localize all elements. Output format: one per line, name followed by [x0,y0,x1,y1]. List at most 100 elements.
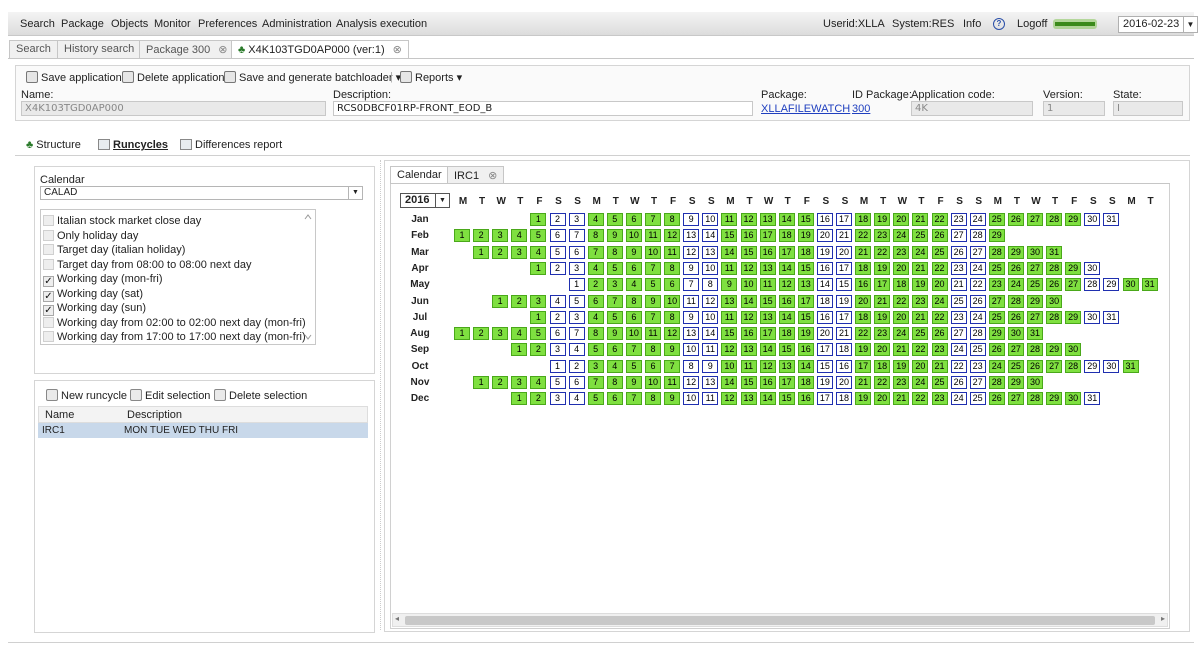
info-link[interactable]: Info [963,18,981,30]
calendar-day[interactable]: 18 [778,229,795,243]
calendar-day[interactable]: 30 [1065,343,1082,357]
calendar-day[interactable]: 24 [893,229,910,243]
calendar-day[interactable]: 30 [1065,392,1082,406]
calendar-day[interactable]: 26 [950,245,967,259]
calendar-day[interactable]: 14 [702,229,719,243]
calendar-day[interactable]: 2 [492,376,509,389]
calendar-day[interactable]: 24 [950,392,967,406]
calendar-day[interactable]: 10 [702,261,719,275]
calendar-day[interactable]: 3 [568,310,585,324]
calendar-day[interactable]: 5 [587,392,604,406]
calendar-day[interactable]: 14 [778,213,795,226]
calendar-day[interactable]: 15 [797,261,814,275]
name-field[interactable]: X4K103TGD0AP000 [21,101,326,116]
tab-search[interactable]: Search [9,40,58,58]
calendar-day[interactable]: 6 [549,327,566,341]
calendar-day[interactable]: 4 [511,229,528,243]
calendar-day[interactable]: 22 [855,327,872,341]
calendar-day[interactable]: 29 [1027,294,1043,308]
calendar-day[interactable]: 19 [816,245,833,259]
calendar-day[interactable]: 15 [740,245,757,259]
calendar-day[interactable]: 19 [855,343,872,357]
calendar-day[interactable]: 13 [797,278,814,292]
calendar-day[interactable]: 28 [1007,294,1024,308]
calendar-day[interactable]: 23 [893,245,910,259]
calendar-day[interactable]: 7 [606,294,623,308]
calendar-day[interactable]: 1 [568,278,585,292]
calendar-day[interactable]: 31 [1103,213,1120,226]
calendar-day[interactable]: 7 [645,213,661,226]
id-package-link[interactable]: 300 [852,103,870,115]
calendar-day[interactable]: 29 [988,229,1005,243]
calendar-day[interactable]: 2 [549,261,566,275]
checkbox[interactable] [43,316,54,328]
calendar-day[interactable]: 18 [874,359,891,373]
calendar-day[interactable]: 18 [855,261,872,275]
calendar-day[interactable]: 19 [874,213,891,226]
calendar-day[interactable]: 20 [893,213,910,226]
calendar-day[interactable]: 7 [645,310,661,324]
calendar-day[interactable]: 14 [721,245,738,259]
calendar-day[interactable]: 26 [1046,278,1063,292]
calendar-day[interactable]: 6 [645,359,661,373]
calendar-day[interactable]: 13 [759,261,776,275]
calendar-day[interactable]: 28 [1084,278,1101,292]
calendar-day[interactable]: 1 [473,245,490,259]
calendar-day[interactable]: 21 [836,229,852,243]
calendar-day[interactable]: 21 [912,310,929,324]
calendar-day[interactable]: 19 [797,229,814,243]
calendar-day[interactable]: 14 [721,376,738,389]
calendar-day[interactable]: 19 [797,327,814,341]
calendar-day[interactable]: 5 [530,327,547,341]
calendar-day[interactable]: 9 [625,376,642,389]
calendar-day[interactable]: 17 [874,278,891,292]
calendar-day[interactable]: 16 [855,278,872,292]
checkbox[interactable] [43,331,54,342]
calendar-day[interactable]: 25 [969,392,986,406]
close-icon[interactable]: ⊗ [393,44,402,56]
calendar-day[interactable]: 4 [530,245,547,259]
calendar-day[interactable]: 26 [931,327,948,341]
calendar-day[interactable]: 28 [988,245,1005,259]
calendar-day[interactable]: 23 [969,359,986,373]
calendar-day[interactable]: 29 [1007,245,1024,259]
calendar-day[interactable]: 11 [740,359,757,373]
calendar-day[interactable]: 6 [568,376,585,389]
checkbox[interactable]: ✓ [43,290,54,302]
calendar-day[interactable]: 19 [912,278,929,292]
calendar-day[interactable]: 22 [931,261,948,275]
calendar-day[interactable]: 27 [969,245,986,259]
calendar-day[interactable]: 16 [816,261,833,275]
calendar-day[interactable]: 8 [664,261,681,275]
calendar-day[interactable]: 2 [587,278,604,292]
calendar-day[interactable]: 22 [912,343,929,357]
calendar-day[interactable]: 3 [530,294,547,308]
tab-runcycles[interactable]: Runcycles [98,139,168,151]
calendar-day[interactable]: 9 [702,359,719,373]
calendar-day[interactable]: 12 [740,310,757,324]
calendar-day[interactable]: 24 [969,213,986,226]
day-type-item[interactable]: Only holiday day [43,229,138,244]
tab-differences-report[interactable]: Differences report [180,139,282,151]
calendar-day[interactable]: 29 [1065,310,1082,324]
calendar-day[interactable]: 11 [702,392,719,406]
day-type-item[interactable]: ✓ Working day (mon-fri) [43,273,163,287]
checkbox[interactable] [43,229,54,241]
calendar-day[interactable]: 6 [606,343,623,357]
calendar-day[interactable]: 18 [797,245,814,259]
calendar-day[interactable]: 1 [530,213,547,226]
save-generate-button[interactable]: Save and generate batchloader ▾ [224,71,401,84]
calendar-day[interactable]: 28 [969,229,986,243]
calendar-day[interactable]: 3 [511,376,528,389]
calendar-day[interactable]: 23 [912,294,929,308]
calendar-day[interactable]: 3 [511,245,528,259]
calendar-day[interactable]: 15 [797,310,814,324]
calendar-day[interactable]: 17 [816,343,833,357]
calendar-day[interactable]: 6 [587,294,604,308]
calendar-day[interactable]: 31 [1141,278,1158,292]
day-type-item[interactable]: Working day from 17:00 to 17:00 next day… [43,331,306,345]
calendar-day[interactable]: 11 [645,229,661,243]
calendar-day[interactable]: 21 [855,245,872,259]
calendar-day[interactable]: 1 [454,229,470,243]
calendar-day[interactable]: 31 [1122,359,1139,373]
